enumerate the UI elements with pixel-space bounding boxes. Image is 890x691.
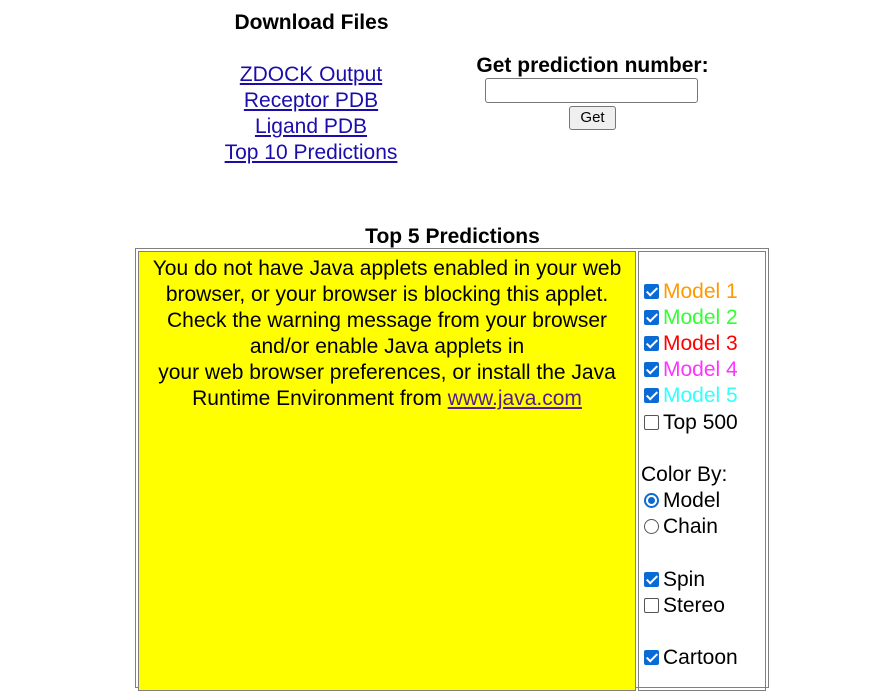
model-2-label: Model 2	[663, 306, 738, 329]
java-applet-message: You do not have Java applets enabled in …	[140, 256, 634, 412]
model-1-label: Model 1	[663, 280, 738, 303]
download-links: ZDOCK Output Receptor PDB Ligand PDB Top…	[200, 62, 422, 166]
model-4-checkbox[interactable]: Model 4	[644, 357, 738, 383]
color-by-chain-label: Chain	[663, 515, 718, 538]
spin-label: Spin	[663, 568, 706, 591]
checkbox-icon[interactable]	[644, 284, 659, 299]
color-by-chain-radio[interactable]: Chain	[644, 514, 718, 540]
checkbox-icon[interactable]	[644, 572, 659, 587]
stereo-checkbox[interactable]: Stereo	[644, 593, 725, 619]
model-3-checkbox[interactable]: Model 3	[644, 331, 738, 357]
applet-message-line: browser, or your browser is blocking thi…	[165, 283, 609, 306]
model-4-label: Model 4	[663, 358, 738, 381]
top-500-label: Top 500	[663, 411, 738, 434]
download-files-title: Download Files	[234, 11, 389, 34]
radio-icon[interactable]	[644, 493, 659, 508]
applet-message-line: Runtime Environment from www.java.com	[140, 386, 634, 412]
top-5-predictions-title: Top 5 Predictions	[365, 225, 540, 248]
checkbox-icon[interactable]	[644, 598, 659, 613]
cartoon-label: Cartoon	[663, 646, 738, 669]
model-5-label: Model 5	[663, 384, 738, 407]
prediction-number-input[interactable]	[485, 78, 698, 103]
model-1-checkbox[interactable]: Model 1	[644, 279, 738, 305]
checkbox-icon[interactable]	[644, 388, 659, 403]
zdock-output-link[interactable]: ZDOCK Output	[200, 62, 422, 88]
applet-message-text: Runtime Environment from	[192, 387, 442, 410]
applet-message-line: and/or enable Java applets in	[249, 335, 525, 358]
cartoon-checkbox[interactable]: Cartoon	[644, 645, 738, 671]
applet-message-line: You do not have Java applets enabled in …	[152, 257, 622, 280]
checkbox-icon[interactable]	[644, 336, 659, 351]
receptor-pdb-link[interactable]: Receptor PDB	[200, 88, 422, 114]
checkbox-icon[interactable]	[644, 310, 659, 325]
top-10-predictions-link[interactable]: Top 10 Predictions	[200, 140, 422, 166]
stereo-label: Stereo	[663, 594, 725, 617]
top-500-checkbox[interactable]: Top 500	[644, 410, 738, 436]
model-3-label: Model 3	[663, 332, 738, 355]
model-2-checkbox[interactable]: Model 2	[644, 305, 738, 331]
checkbox-icon[interactable]	[644, 362, 659, 377]
java-com-link[interactable]: www.java.com	[448, 387, 582, 410]
ligand-pdb-link[interactable]: Ligand PDB	[200, 114, 422, 140]
color-by-model-radio[interactable]: Model	[644, 488, 720, 514]
radio-icon[interactable]	[644, 519, 659, 534]
model-5-checkbox[interactable]: Model 5	[644, 383, 738, 409]
spin-checkbox[interactable]: Spin	[644, 567, 705, 593]
get-button[interactable]: Get	[569, 106, 616, 130]
color-by-model-label: Model	[663, 489, 721, 512]
applet-message-line: your web browser preferences, or install…	[158, 361, 616, 384]
color-by-label: Color By:	[641, 463, 728, 486]
checkbox-icon[interactable]	[644, 415, 659, 430]
prediction-number-title: Get prediction number:	[476, 54, 709, 77]
checkbox-icon[interactable]	[644, 650, 659, 665]
applet-message-line: Check the warning message from your brow…	[166, 309, 607, 332]
